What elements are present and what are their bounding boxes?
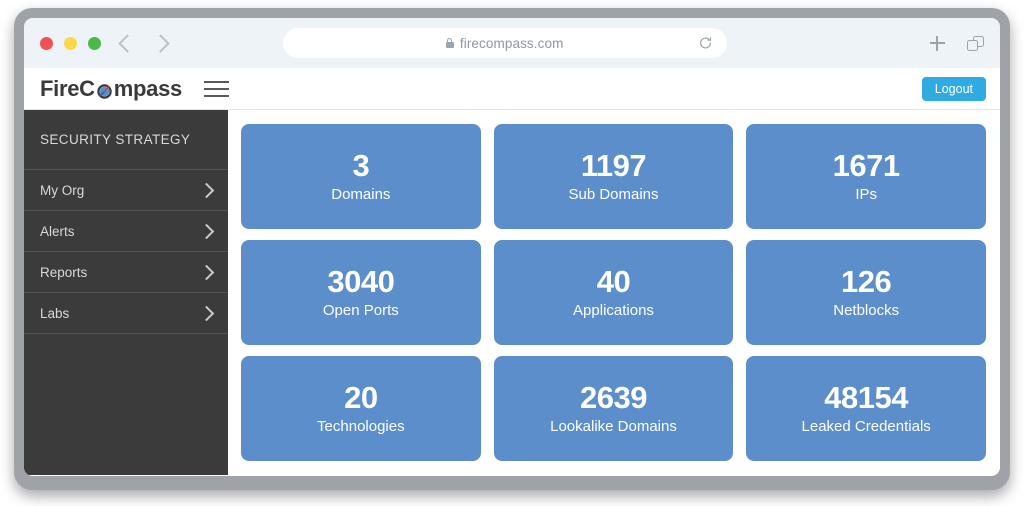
- stat-value: 20: [344, 380, 378, 416]
- stat-label: Netblocks: [833, 301, 900, 319]
- sidebar-item-my-org[interactable]: My Org: [24, 170, 228, 211]
- device-bezel: firecompass.com FireC mpass Logout SECUR…: [14, 8, 1010, 490]
- stat-card-netblocks[interactable]: 126 Netblocks: [746, 240, 986, 345]
- sidebar: SECURITY STRATEGY My Org Alerts Reports …: [24, 110, 228, 475]
- minimize-window-button[interactable]: [64, 36, 77, 50]
- stat-card-lookalike-domains[interactable]: 2639 Lookalike Domains: [493, 356, 734, 461]
- plus-icon[interactable]: [929, 35, 945, 51]
- stat-card-sub-domains[interactable]: 1197 Sub Domains: [493, 124, 734, 229]
- stat-value: 40: [596, 264, 631, 300]
- stat-card-open-ports[interactable]: 3040 Open Ports: [241, 240, 481, 345]
- stat-value: 1671: [832, 148, 900, 184]
- stat-card-technologies[interactable]: 20 Technologies: [241, 356, 481, 461]
- stat-label: Domains: [331, 185, 391, 203]
- stat-card-grid: 3 Domains 1197 Sub Domains 1671 IPs 3040…: [241, 124, 986, 461]
- sidebar-empty-space: [24, 334, 228, 475]
- stat-value: 3: [352, 148, 370, 184]
- navigation-buttons: [118, 33, 170, 53]
- compass-icon: [96, 80, 113, 99]
- sidebar-item-label: Reports: [40, 264, 88, 280]
- stat-card-domains[interactable]: 3 Domains: [241, 124, 481, 229]
- forward-icon[interactable]: [151, 33, 170, 53]
- stat-value: 1197: [580, 148, 647, 184]
- maximize-window-button[interactable]: [88, 36, 101, 50]
- app-header: FireC mpass Logout: [24, 68, 1000, 110]
- sidebar-item-alerts[interactable]: Alerts: [24, 211, 228, 252]
- window-controls: [40, 36, 101, 50]
- chevron-right-icon: [198, 223, 215, 239]
- stat-value: 48154: [824, 380, 909, 416]
- tabs-icon[interactable]: [966, 35, 984, 51]
- stat-label: Open Ports: [322, 301, 399, 319]
- stat-label: Applications: [573, 301, 654, 319]
- stat-value: 2639: [580, 380, 647, 416]
- address-bar[interactable]: firecompass.com: [282, 28, 727, 58]
- chevron-right-icon: [198, 182, 215, 198]
- app-body: SECURITY STRATEGY My Org Alerts Reports …: [24, 110, 1000, 475]
- address-bar-content: firecompass.com: [445, 35, 564, 51]
- stat-label: Sub Domains: [568, 185, 659, 203]
- sidebar-item-label: Alerts: [40, 223, 75, 239]
- hamburger-icon[interactable]: [203, 80, 229, 97]
- firecompass-logo[interactable]: FireC mpass: [40, 76, 182, 102]
- chevron-right-icon: [198, 264, 215, 280]
- close-window-button[interactable]: [40, 36, 53, 50]
- logout-button[interactable]: Logout: [921, 76, 986, 101]
- sidebar-title: SECURITY STRATEGY: [24, 110, 228, 170]
- sidebar-item-labs[interactable]: Labs: [24, 293, 228, 334]
- browser-toolbar: firecompass.com: [24, 18, 1000, 68]
- stat-card-leaked-credentials[interactable]: 48154 Leaked Credentials: [746, 356, 986, 461]
- stat-label: IPs: [855, 185, 877, 203]
- stat-label: Leaked Credentials: [801, 417, 931, 435]
- lock-icon: [445, 38, 454, 48]
- logo-text-post: mpass: [113, 75, 183, 101]
- stat-value: 126: [841, 264, 892, 300]
- browser-window: firecompass.com FireC mpass Logout SECUR…: [24, 18, 1000, 476]
- stat-value: 3040: [327, 264, 395, 300]
- back-icon[interactable]: [118, 33, 137, 53]
- sidebar-item-label: Labs: [40, 305, 70, 321]
- stat-label: Lookalike Domains: [550, 417, 677, 435]
- url-text: firecompass.com: [459, 35, 564, 51]
- stat-card-applications[interactable]: 40 Applications: [493, 240, 734, 345]
- reload-icon[interactable]: [698, 36, 713, 51]
- stat-card-ips[interactable]: 1671 IPs: [746, 124, 986, 229]
- chevron-right-icon: [198, 305, 215, 321]
- dashboard-content: 3 Domains 1197 Sub Domains 1671 IPs 3040…: [228, 110, 1000, 475]
- stat-label: Technologies: [317, 417, 405, 435]
- logo-text-pre: FireC: [40, 75, 95, 101]
- sidebar-item-reports[interactable]: Reports: [24, 252, 228, 293]
- toolbar-right-icons: [929, 35, 984, 51]
- sidebar-item-label: My Org: [40, 182, 85, 198]
